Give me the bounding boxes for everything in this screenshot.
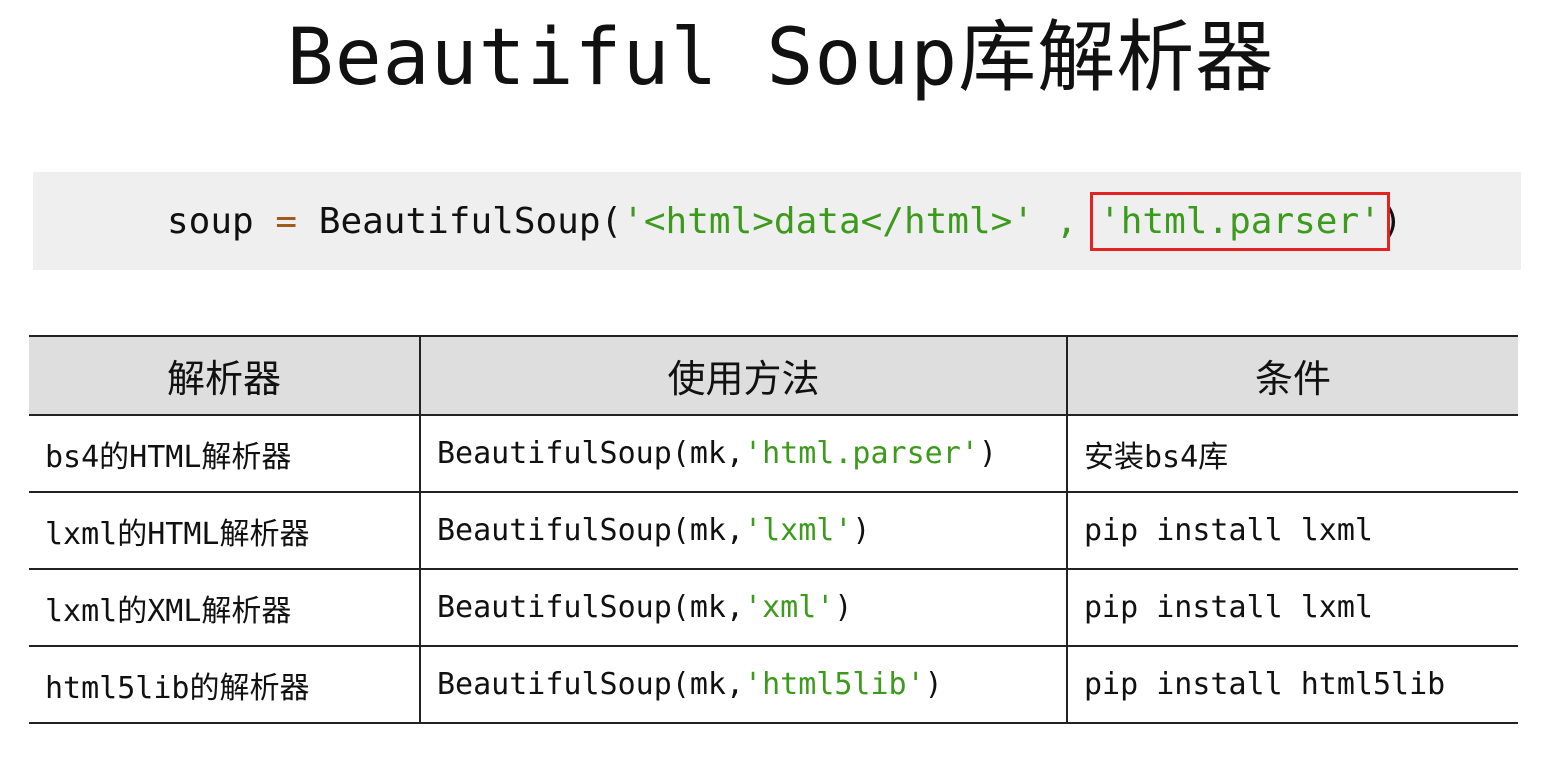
code-parser-string-highlighted: 'html.parser': [1090, 192, 1390, 251]
usage-parser-arg: 'lxml': [744, 513, 853, 548]
usage-parser-arg: 'html5lib': [744, 667, 925, 702]
code-separator: ,: [1034, 201, 1100, 242]
column-header-parser: 解析器: [29, 335, 420, 416]
code-close-paren: ): [1380, 201, 1403, 242]
column-header-condition: 条件: [1066, 335, 1518, 416]
parser-name-cell: bs4的HTML解析器: [29, 414, 420, 493]
page-title: Beautiful Soup库解析器: [286, 13, 1275, 103]
usage-close-paren: ): [924, 667, 943, 702]
condition-cell: pip install lxml: [1066, 491, 1518, 570]
usage-call: BeautifulSoup(mk,: [437, 590, 745, 625]
parser-name-cell: lxml的HTML解析器: [29, 491, 420, 570]
usage-close-paren: ): [978, 436, 997, 471]
condition-cell: pip install lxml: [1066, 568, 1518, 647]
code-markup-string: '<html>data</html>': [622, 201, 1035, 242]
parser-name-cell: html5lib的解析器: [29, 645, 420, 724]
table-row: html5lib的解析器 BeautifulSoup(mk,'html5lib'…: [29, 645, 1518, 724]
usage-cell: BeautifulSoup(mk,'lxml'): [419, 491, 1067, 570]
code-snippet: soup = BeautifulSoup('<html>data</html>'…: [33, 172, 1521, 270]
usage-close-paren: ): [852, 513, 871, 548]
usage-call: BeautifulSoup(mk,: [437, 436, 745, 471]
table-row: lxml的XML解析器 BeautifulSoup(mk,'xml') pip …: [29, 568, 1518, 647]
usage-parser-arg: 'xml': [744, 590, 835, 625]
condition-cell: pip install html5lib: [1066, 645, 1518, 724]
code-line: soup = BeautifulSoup('<html>data</html>'…: [167, 192, 1403, 251]
parser-name-cell: lxml的XML解析器: [29, 568, 420, 647]
column-header-usage: 使用方法: [419, 335, 1067, 416]
condition-cell: 安装bs4库: [1066, 414, 1518, 493]
table-row: bs4的HTML解析器 BeautifulSoup(mk,'html.parse…: [29, 414, 1518, 493]
usage-close-paren: ): [834, 590, 853, 625]
code-call: BeautifulSoup(: [318, 201, 623, 242]
code-operator: =: [275, 201, 298, 242]
usage-call: BeautifulSoup(mk,: [437, 513, 745, 548]
usage-cell: BeautifulSoup(mk,'xml'): [419, 568, 1067, 647]
usage-cell: BeautifulSoup(mk,'html5lib'): [419, 645, 1067, 724]
table-header-row: 解析器 使用方法 条件: [29, 335, 1518, 416]
parser-table: 解析器 使用方法 条件 bs4的HTML解析器 BeautifulSoup(mk…: [29, 335, 1518, 724]
code-variable: soup: [167, 201, 254, 242]
usage-parser-arg: 'html.parser': [744, 436, 979, 471]
table-row: lxml的HTML解析器 BeautifulSoup(mk,'lxml') pi…: [29, 491, 1518, 570]
usage-cell: BeautifulSoup(mk,'html.parser'): [419, 414, 1067, 493]
usage-call: BeautifulSoup(mk,: [437, 667, 745, 702]
